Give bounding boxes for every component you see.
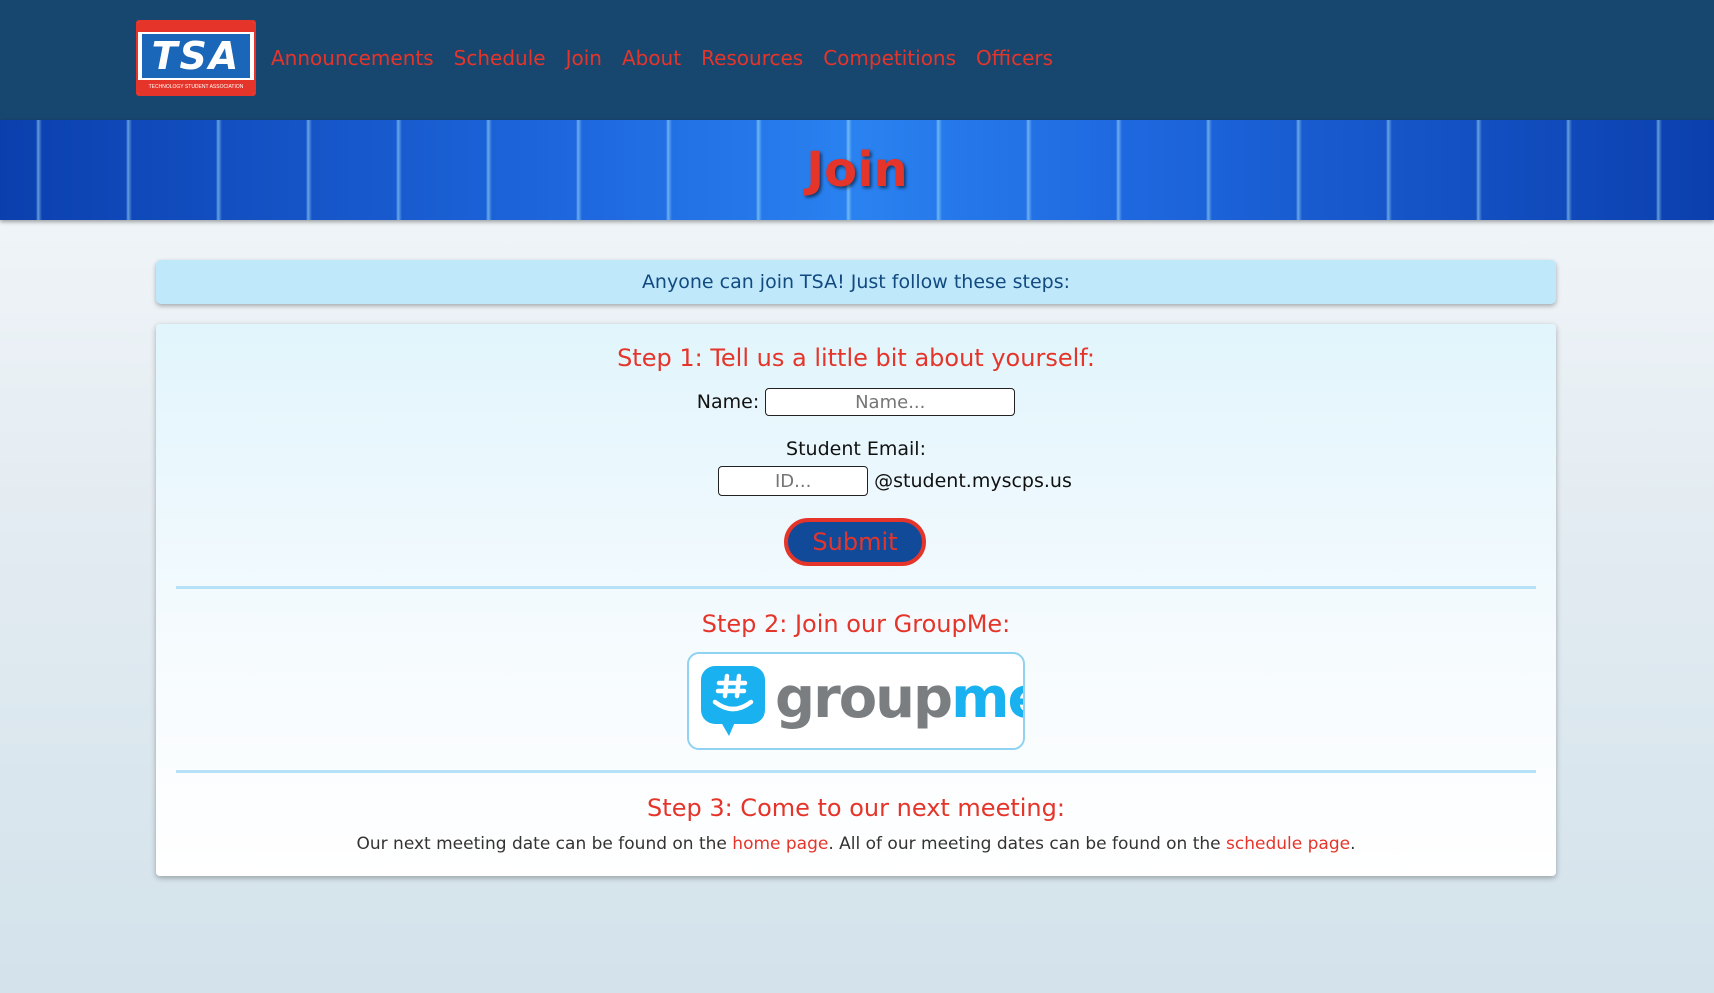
nav-link-join[interactable]: Join <box>566 46 602 76</box>
nav-link-schedule[interactable]: Schedule <box>454 46 546 76</box>
meeting-text-part3: . <box>1350 834 1356 854</box>
student-id-input[interactable] <box>718 466 869 496</box>
logo-top-bar <box>138 22 254 32</box>
nav-link-officers[interactable]: Officers <box>976 46 1053 76</box>
step3-title: Step 3: Come to our next meeting: <box>647 794 1065 822</box>
meeting-text-part1: Our next meeting date can be found on th… <box>356 834 733 854</box>
groupme-wordmark-group: group <box>775 666 953 731</box>
divider-2 <box>176 770 1536 773</box>
groupme-link[interactable]: groupme <box>687 652 1025 750</box>
nav-link-resources[interactable]: Resources <box>701 46 803 76</box>
schedule-page-link[interactable]: schedule page <box>1226 834 1350 854</box>
groupme-wordmark-me: me <box>951 666 1023 731</box>
email-domain: @student.myscps.us <box>874 470 1072 492</box>
name-input[interactable] <box>765 388 1016 416</box>
name-row: Name: <box>156 388 1556 416</box>
nav-link-announcements[interactable]: Announcements <box>271 46 434 76</box>
email-label: Student Email: <box>786 438 926 460</box>
page-title: Join <box>806 142 908 198</box>
intro-banner: Anyone can join TSA! Just follow these s… <box>156 260 1556 304</box>
logo-mark: TSA <box>142 34 250 78</box>
nav-link-about[interactable]: About <box>622 46 681 76</box>
steps-card: Step 1: Tell us a little bit about yours… <box>156 324 1556 876</box>
groupme-wordmark: groupme <box>775 664 1023 734</box>
submit-button[interactable]: Submit <box>784 518 926 566</box>
step1-title: Step 1: Tell us a little bit about yours… <box>617 344 1095 372</box>
hero-banner: Join <box>0 120 1714 220</box>
logo-caption: TECHNOLOGY STUDENT ASSOCIATION <box>138 80 254 94</box>
name-label: Name: <box>696 391 760 413</box>
meeting-text: Our next meeting date can be found on th… <box>156 834 1556 854</box>
tsa-logo[interactable]: TSA TECHNOLOGY STUDENT ASSOCIATION <box>136 20 256 96</box>
divider-1 <box>176 586 1536 589</box>
nav-links: Announcements Schedule Join About Resour… <box>271 46 1073 76</box>
step2-title: Step 2: Join our GroupMe: <box>701 610 1011 638</box>
home-page-link[interactable]: home page <box>732 834 828 854</box>
email-row: @student.myscps.us <box>156 466 1556 496</box>
top-navbar: TSA TECHNOLOGY STUDENT ASSOCIATION Annou… <box>0 0 1714 120</box>
groupme-hash-bubble-icon <box>701 666 765 736</box>
nav-link-competitions[interactable]: Competitions <box>823 46 956 76</box>
meeting-text-part2: . All of our meeting dates can be found … <box>828 834 1227 854</box>
